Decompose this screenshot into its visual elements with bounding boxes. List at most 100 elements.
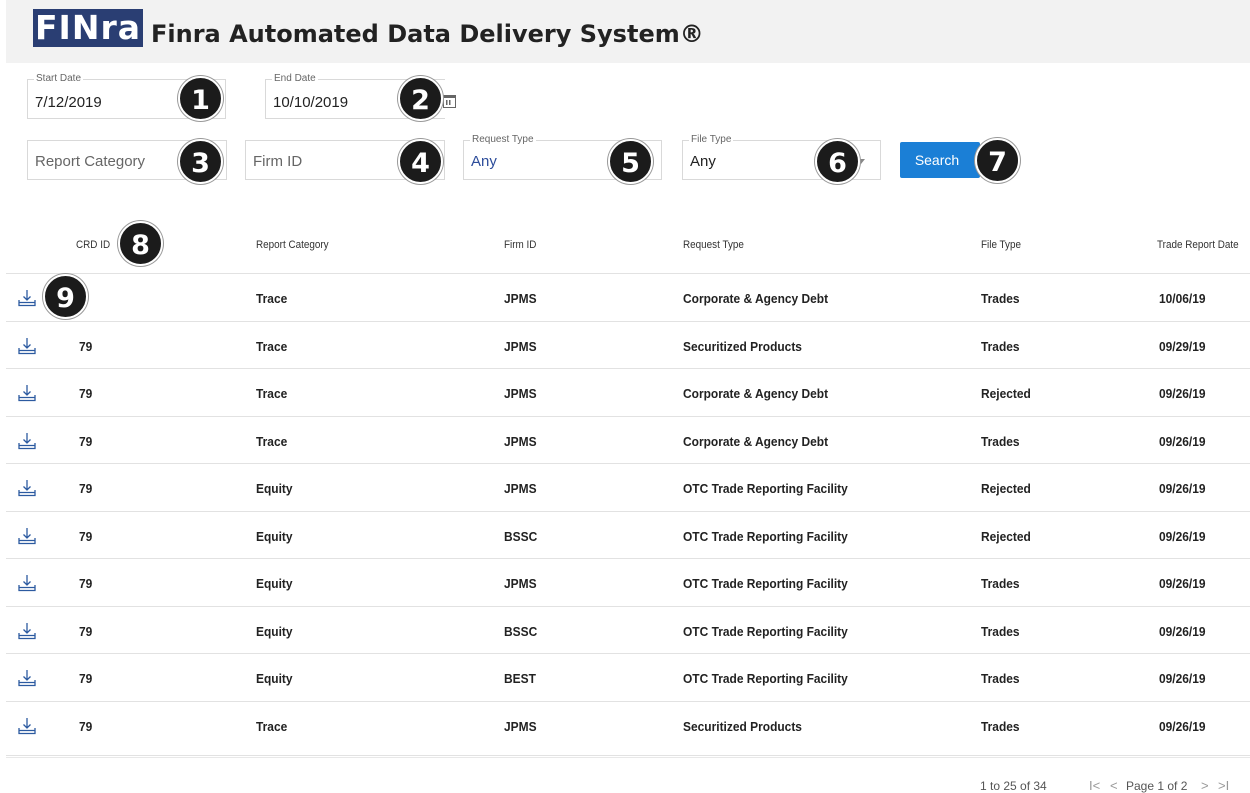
download-icon[interactable] — [18, 432, 36, 450]
cell-request-type: Securitized Products — [683, 338, 802, 354]
cell-request-type: Securitized Products — [683, 718, 802, 734]
end-date-value: 10/10/2019 — [273, 94, 349, 111]
cell-crd-id: 79 — [79, 481, 93, 496]
last-page-button[interactable]: >I — [1218, 778, 1229, 793]
cell-request-type: Corporate & Agency Debt — [683, 386, 829, 401]
request-type-label: Request Type — [470, 134, 536, 145]
table-row[interactable]: 79 Trace JPMS Corporate & Agency Debt Reject… — [6, 368, 1250, 416]
download-icon[interactable] — [18, 384, 36, 402]
table-row[interactable]: 79 Equity JPMS OTC Trade Reporting Facility… — [6, 558, 1250, 606]
cell-file-type: Rejected — [981, 528, 1031, 544]
callout-2: 2 — [398, 76, 443, 121]
download-icon[interactable] — [18, 669, 36, 687]
cell-crd-id: 79 — [79, 718, 93, 734]
finra-logo: FINra — [33, 9, 143, 47]
cell-report-category: Equity — [256, 576, 293, 591]
cell-crd-id: 79 — [79, 386, 93, 401]
cell-trade-report-date: 09/29/19 — [1159, 338, 1206, 354]
table-row[interactable]: 79 Equity BSSC OTC Trade Reporting Facility… — [6, 510, 1250, 559]
page-indicator: Page 1 of 2 — [1126, 779, 1188, 793]
cell-crd-id: 79 — [79, 433, 93, 449]
cell-trade-report-date: 09/26/19 — [1159, 623, 1206, 639]
cell-file-type: Trades — [981, 433, 1020, 449]
table-row[interactable]: Trace JPMS Corporate & Agency Debt Trades 10… — [6, 273, 1250, 321]
column-header-request-type[interactable]: Request Type — [683, 239, 744, 251]
callout-6: 6 — [815, 139, 860, 184]
request-type-value: Any — [471, 153, 497, 170]
cell-file-type: Trades — [981, 291, 1020, 306]
download-icon[interactable] — [18, 337, 36, 355]
table-bottom-border — [6, 755, 1250, 758]
cell-file-type: Trades — [981, 338, 1020, 354]
cell-trade-report-date: 09/26/19 — [1159, 671, 1206, 686]
table-row[interactable]: 79 Equity BSSC OTC Trade Reporting Facility… — [6, 605, 1250, 654]
cell-report-category: Trace — [256, 433, 288, 449]
table-row[interactable]: 79 Equity JPMS OTC Trade Reporting Facility… — [6, 463, 1250, 511]
cell-trade-report-date: 10/06/19 — [1159, 291, 1206, 306]
download-icon[interactable] — [18, 527, 36, 545]
cell-trade-report-date: 09/26/19 — [1159, 433, 1206, 449]
download-icon[interactable] — [18, 622, 36, 640]
cell-report-category: Equity — [256, 623, 293, 639]
cell-firm-id: JPMS — [504, 481, 537, 496]
cell-firm-id: JPMS — [504, 291, 537, 306]
callout-1: 1 — [178, 76, 223, 121]
start-date-value: 7/12/2019 — [35, 94, 102, 111]
end-date-label: End Date — [272, 73, 318, 84]
download-icon[interactable] — [18, 289, 36, 307]
cell-trade-report-date: 09/26/19 — [1159, 576, 1206, 591]
cell-file-type: Trades — [981, 576, 1020, 591]
column-header-crd-id[interactable]: CRD ID — [76, 239, 110, 251]
cell-file-type: Rejected — [981, 386, 1031, 401]
table-row[interactable]: 79 Trace JPMS Corporate & Agency Debt Trades… — [6, 415, 1250, 464]
cell-request-type: OTC Trade Reporting Facility — [683, 623, 848, 639]
next-page-button[interactable]: > — [1201, 778, 1209, 793]
cell-report-category: Trace — [256, 338, 288, 354]
callout-9: 9 — [43, 274, 88, 319]
download-icon[interactable] — [18, 479, 36, 497]
callout-3: 3 — [178, 139, 223, 184]
cell-file-type: Trades — [981, 718, 1020, 734]
cell-request-type: OTC Trade Reporting Facility — [683, 528, 848, 544]
download-icon[interactable] — [18, 574, 36, 592]
first-page-button[interactable]: I< — [1089, 778, 1100, 793]
column-header-trade-report-date[interactable]: Trade Report Date — [1157, 239, 1239, 251]
firm-id-placeholder: Firm ID — [253, 153, 303, 170]
cell-crd-id: 79 — [79, 528, 93, 544]
cell-firm-id: BSSC — [504, 528, 538, 544]
cell-file-type: Rejected — [981, 481, 1031, 496]
calendar-icon[interactable] — [443, 95, 456, 108]
callout-5: 5 — [608, 139, 653, 184]
cell-file-type: Trades — [981, 671, 1020, 686]
search-button[interactable]: Search — [900, 142, 980, 178]
table-row[interactable]: 79 Equity BEST OTC Trade Reporting Facility… — [6, 653, 1250, 701]
cell-firm-id: JPMS — [504, 718, 537, 734]
table-row[interactable]: 79 Trace JPMS Securitized Products Trades 09/… — [6, 320, 1250, 369]
cell-firm-id: JPMS — [504, 433, 537, 449]
cell-trade-report-date: 09/26/19 — [1159, 528, 1206, 544]
column-header-file-type[interactable]: File Type — [981, 239, 1021, 251]
pagination-range: 1 to 25 of 34 — [980, 779, 1047, 793]
cell-report-category: Equity — [256, 671, 293, 686]
cell-crd-id: 79 — [79, 576, 93, 591]
callout-8: 8 — [118, 221, 163, 266]
app-title: Finra Automated Data Delivery System® — [151, 20, 704, 48]
previous-page-button[interactable]: < — [1110, 778, 1118, 793]
report-category-placeholder: Report Category — [35, 153, 146, 170]
cell-crd-id: 79 — [79, 338, 93, 354]
file-type-value: Any — [690, 153, 716, 170]
start-date-label: Start Date — [34, 73, 84, 84]
cell-firm-id: JPMS — [504, 576, 537, 591]
cell-firm-id: JPMS — [504, 386, 537, 401]
download-icon[interactable] — [18, 717, 36, 735]
cell-crd-id: 79 — [79, 623, 93, 639]
cell-firm-id: JPMS — [504, 338, 537, 354]
table-row[interactable]: 79 Trace JPMS Securitized Products Trades 09/… — [6, 700, 1250, 749]
cell-file-type: Trades — [981, 623, 1020, 639]
cell-request-type: OTC Trade Reporting Facility — [683, 576, 848, 591]
column-header-firm-id[interactable]: Firm ID — [504, 239, 536, 251]
cell-report-category: Equity — [256, 528, 293, 544]
cell-report-category: Equity — [256, 481, 293, 496]
column-header-report-category[interactable]: Report Category — [256, 239, 329, 251]
cell-request-type: OTC Trade Reporting Facility — [683, 481, 848, 496]
